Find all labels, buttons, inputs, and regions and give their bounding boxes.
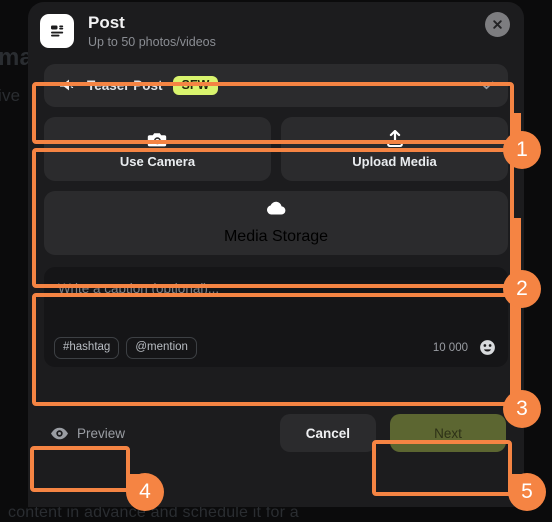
dialog-footer: Preview Cancel Next bbox=[28, 402, 524, 464]
status-badge: SFW bbox=[172, 75, 219, 96]
visibility-selector[interactable]: Teaser Post SFW bbox=[44, 64, 508, 107]
mention-chip[interactable]: @mention bbox=[126, 336, 197, 359]
eye-icon bbox=[50, 427, 69, 440]
dialog-actions: Cancel Next bbox=[279, 414, 506, 452]
preview-label: Preview bbox=[77, 425, 126, 441]
dialog-header-texts: Post Up to 50 photos/videos bbox=[88, 13, 216, 50]
camera-icon bbox=[147, 131, 168, 148]
post-article-icon bbox=[40, 14, 74, 48]
character-counter: 10 000 bbox=[432, 341, 468, 354]
cloud-icon bbox=[265, 200, 288, 221]
dialog-title: Post bbox=[88, 12, 125, 32]
dialog-body: Teaser Post SFW Use Camera Upload Media … bbox=[28, 64, 524, 367]
close-icon bbox=[493, 20, 502, 29]
caption-toolbar: #hashtag @mention 10 000 bbox=[54, 336, 496, 359]
media-source-row: Use Camera Upload Media bbox=[44, 117, 508, 181]
media-storage-label: Media Storage bbox=[223, 228, 329, 245]
megaphone-icon bbox=[58, 78, 75, 93]
caption-placeholder: Write a caption (optional)... bbox=[58, 281, 220, 296]
post-dialog: Post Up to 50 photos/videos Teaser Post … bbox=[28, 2, 524, 507]
visibility-label: Teaser Post bbox=[87, 78, 163, 93]
upload-media-button[interactable]: Upload Media bbox=[281, 117, 508, 181]
caption-area[interactable]: Write a caption (optional)... #hashtag @… bbox=[44, 267, 508, 367]
use-camera-label: Use Camera bbox=[119, 153, 196, 169]
use-camera-button[interactable]: Use Camera bbox=[44, 117, 271, 181]
cancel-button[interactable]: Cancel bbox=[279, 414, 376, 452]
hashtag-chip[interactable]: #hashtag bbox=[54, 336, 120, 359]
upload-media-label: Upload Media bbox=[352, 154, 437, 169]
dialog-header: Post Up to 50 photos/videos bbox=[28, 2, 524, 54]
close-button[interactable] bbox=[485, 12, 510, 37]
preview-button[interactable]: Preview bbox=[46, 420, 129, 447]
emoji-smiley-icon[interactable] bbox=[479, 339, 496, 356]
upload-icon bbox=[385, 130, 405, 148]
media-storage-button[interactable]: Media Storage bbox=[44, 191, 508, 255]
background-text-line-2: ive bbox=[0, 86, 21, 105]
dialog-subtitle: Up to 50 photos/videos bbox=[88, 34, 216, 49]
next-button[interactable]: Next bbox=[390, 414, 506, 452]
chevron-down-icon[interactable] bbox=[479, 81, 494, 90]
